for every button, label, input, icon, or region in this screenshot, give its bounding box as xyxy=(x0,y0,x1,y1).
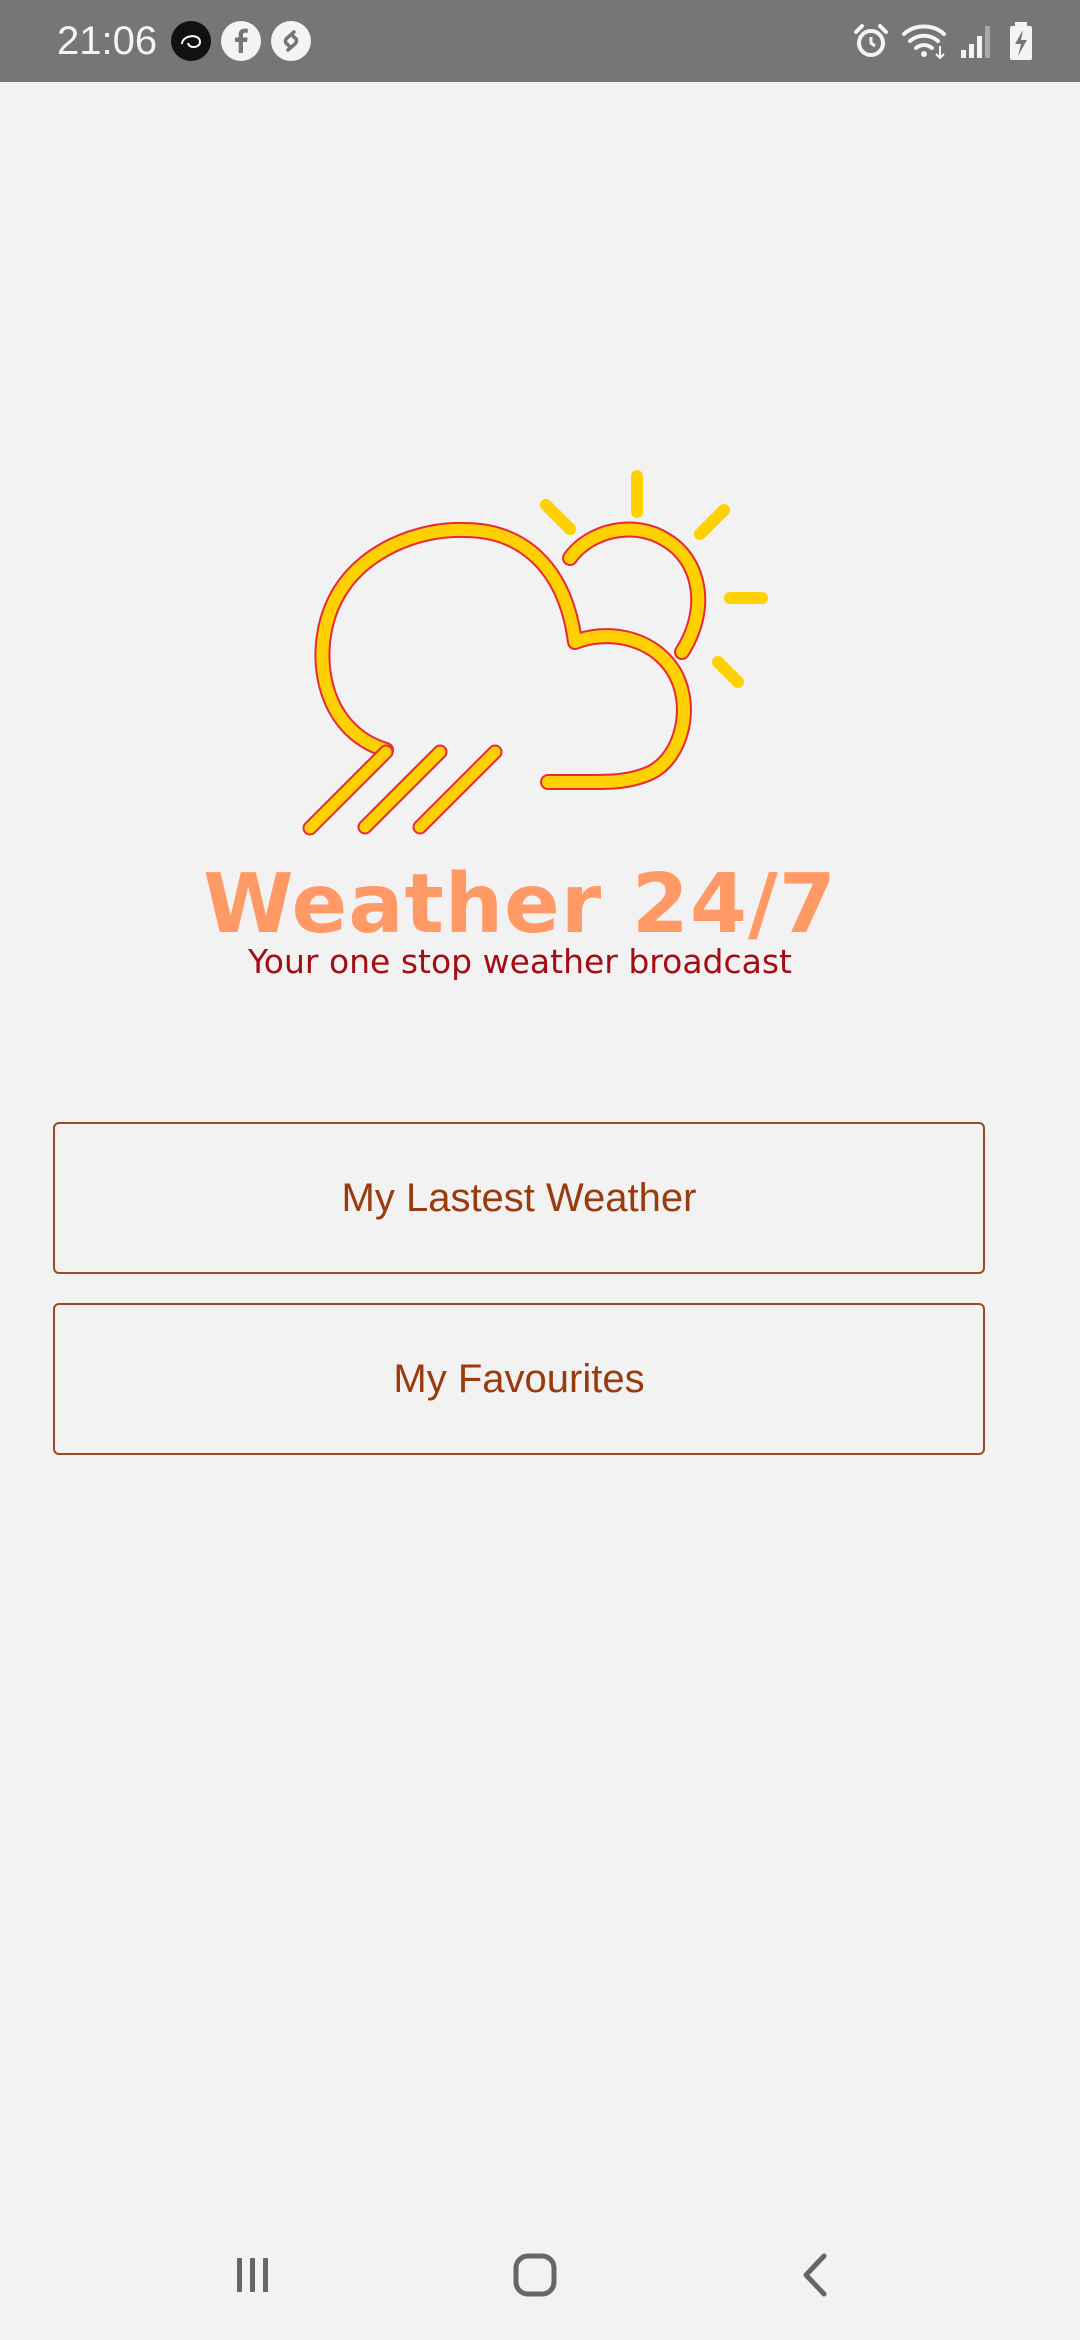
home-icon[interactable] xyxy=(495,2235,575,2315)
navigation-bar xyxy=(0,2200,1080,2340)
recent-apps-icon[interactable] xyxy=(213,2235,293,2315)
my-favourites-label: My Favourites xyxy=(393,1356,645,1401)
status-bar: 21:06 xyxy=(0,0,1080,82)
alarm-icon xyxy=(850,20,892,62)
back-icon[interactable] xyxy=(777,2235,857,2315)
status-time: 21:06 xyxy=(57,19,158,63)
app-icon xyxy=(170,20,212,62)
battery-icon xyxy=(1000,20,1042,62)
app-tagline: Your one stop weather broadcast xyxy=(248,942,792,981)
my-latest-weather-label: My Lastest Weather xyxy=(341,1175,697,1220)
cloud-sun-rain-icon xyxy=(290,380,790,840)
my-latest-weather-button[interactable]: My Lastest Weather xyxy=(53,1122,985,1274)
signal-icon xyxy=(955,20,997,62)
facebook-icon xyxy=(220,20,262,62)
wifi-icon xyxy=(900,20,950,62)
app-title: Weather 24/7 xyxy=(203,857,837,952)
my-favourites-button[interactable]: My Favourites xyxy=(53,1303,985,1455)
shazam-icon xyxy=(270,20,312,62)
